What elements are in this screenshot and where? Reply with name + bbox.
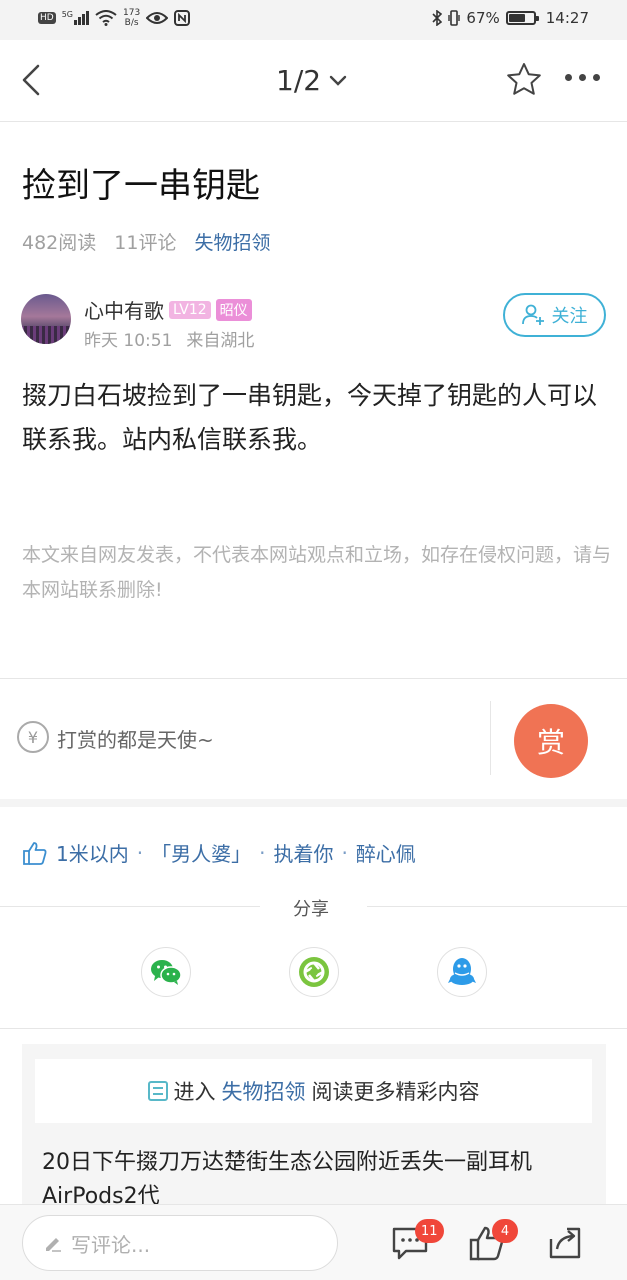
divider xyxy=(0,1028,627,1029)
share-icon[interactable] xyxy=(545,1223,585,1263)
tip-divider xyxy=(490,701,491,775)
liker-name[interactable]: 醉心佩 xyxy=(356,838,416,867)
qq-icon xyxy=(448,958,476,985)
wechat-share-button[interactable] xyxy=(141,947,191,997)
status-right: 67% 14:27 xyxy=(432,9,589,27)
liker-name[interactable]: 1米以内 xyxy=(56,838,129,867)
post-time-location: 昨天 10:51 来自湖北 xyxy=(84,326,254,351)
banner-prefix: 进入 xyxy=(173,1080,216,1104)
status-bar: HD 5G 173 B/s 67% 14:27 xyxy=(0,0,627,40)
vibrate-icon xyxy=(448,10,461,26)
post-body: 掇刀白石坡捡到了一串钥匙，今天掉了钥匙的人可以联系我。站内私信联系我。 xyxy=(22,381,598,454)
battery-level xyxy=(508,14,525,22)
separator: · xyxy=(136,840,144,865)
moments-icon xyxy=(299,957,329,987)
pencil-icon xyxy=(46,1238,61,1252)
status-left: HD 5G 173 B/s xyxy=(38,8,191,28)
banner-channel: 失物招领 xyxy=(221,1080,306,1104)
share-divider-right xyxy=(367,906,627,907)
post-location: 来自湖北 xyxy=(186,331,255,351)
bluetooth-icon xyxy=(432,10,443,26)
post-time: 昨天 10:51 xyxy=(84,331,173,351)
page-selector[interactable]: 1/2 xyxy=(276,64,347,97)
comment-input[interactable]: 写评论... xyxy=(22,1215,338,1271)
battery-icon xyxy=(505,11,539,25)
post-title: 捡到了一串钥匙 xyxy=(22,166,260,206)
tip-text: 打赏的都是天使~ xyxy=(57,728,214,752)
network-speed: 173 B/s xyxy=(123,8,140,28)
separator: · xyxy=(341,840,348,865)
network-speed-value: 173 xyxy=(123,8,141,18)
page-indicator: 1/2 xyxy=(276,64,322,97)
nav-bar: 1/2 xyxy=(0,40,627,122)
tip-button[interactable]: 赏 xyxy=(514,704,588,778)
disclaimer: 本文来自网友发表，不代表本网站观点和立场，如存在侵权问题，请与本网站联系删除! xyxy=(22,544,612,601)
share-divider-left xyxy=(0,906,260,907)
like-badge: 4 xyxy=(492,1219,518,1243)
clock: 14:27 xyxy=(545,9,589,27)
nfc-icon xyxy=(174,10,191,26)
battery-percent: 67% xyxy=(466,9,500,27)
hd-badge: HD xyxy=(38,12,56,24)
yen-icon: ¥ xyxy=(17,721,49,753)
avatar[interactable] xyxy=(21,294,71,344)
related-section: 进入 失物招领 阅读更多精彩内容 20日下午掇刀万达楚街生态公园附近丢失一副耳机… xyxy=(22,1044,606,1214)
tip-section: ¥ 打赏的都是天使~ 赏 xyxy=(0,679,627,799)
thumbs-up-icon xyxy=(23,841,47,865)
follow-label: 关注 xyxy=(551,306,588,327)
read-count: 482阅读 xyxy=(22,232,97,254)
signal-icon: 5G xyxy=(62,11,89,25)
enter-channel-banner[interactable]: 进入 失物招领 阅读更多精彩内容 xyxy=(35,1059,592,1123)
post-meta: 482阅读 11评论 失物招领 xyxy=(22,228,270,255)
network-type: 5G xyxy=(61,10,73,19)
likers-row: 1米以内 · 「男人婆」 · 执着你 · 醉心佩 xyxy=(22,838,416,867)
rank-badge: 昭仪 xyxy=(215,298,252,321)
follow-button[interactable]: 关注 xyxy=(503,293,606,337)
comment-placeholder: 写评论... xyxy=(71,1232,151,1257)
network-speed-unit: B/s xyxy=(124,18,139,28)
chevron-down-icon xyxy=(329,75,347,86)
wifi-icon xyxy=(95,10,117,26)
liker-name[interactable]: 执着你 xyxy=(273,838,333,867)
comment-count: 11评论 xyxy=(114,232,177,254)
wechat-icon xyxy=(151,960,182,985)
back-icon[interactable] xyxy=(18,60,58,100)
author-name[interactable]: 心中有歌 xyxy=(84,295,164,324)
banner-suffix: 阅读更多精彩内容 xyxy=(311,1080,480,1104)
add-user-icon xyxy=(521,304,544,325)
share-label: 分享 xyxy=(293,899,329,920)
qq-share-button[interactable] xyxy=(437,947,487,997)
channel-link[interactable]: 失物招领 xyxy=(194,228,270,255)
more-options-icon[interactable] xyxy=(565,74,600,81)
moments-share-button[interactable] xyxy=(289,947,339,997)
author-info: 心中有歌 LV12 昭仪 xyxy=(84,295,252,324)
eye-icon xyxy=(146,12,169,24)
bottom-bar: 写评论... 11 4 xyxy=(0,1204,627,1280)
level-badge: LV12 xyxy=(169,300,211,319)
separator: · xyxy=(259,840,266,865)
comment-badge: 11 xyxy=(415,1219,444,1243)
favorite-star-icon[interactable] xyxy=(504,60,544,100)
section-separator xyxy=(0,799,627,807)
liker-name[interactable]: 「男人婆」 xyxy=(151,838,251,867)
document-icon xyxy=(147,1081,168,1101)
